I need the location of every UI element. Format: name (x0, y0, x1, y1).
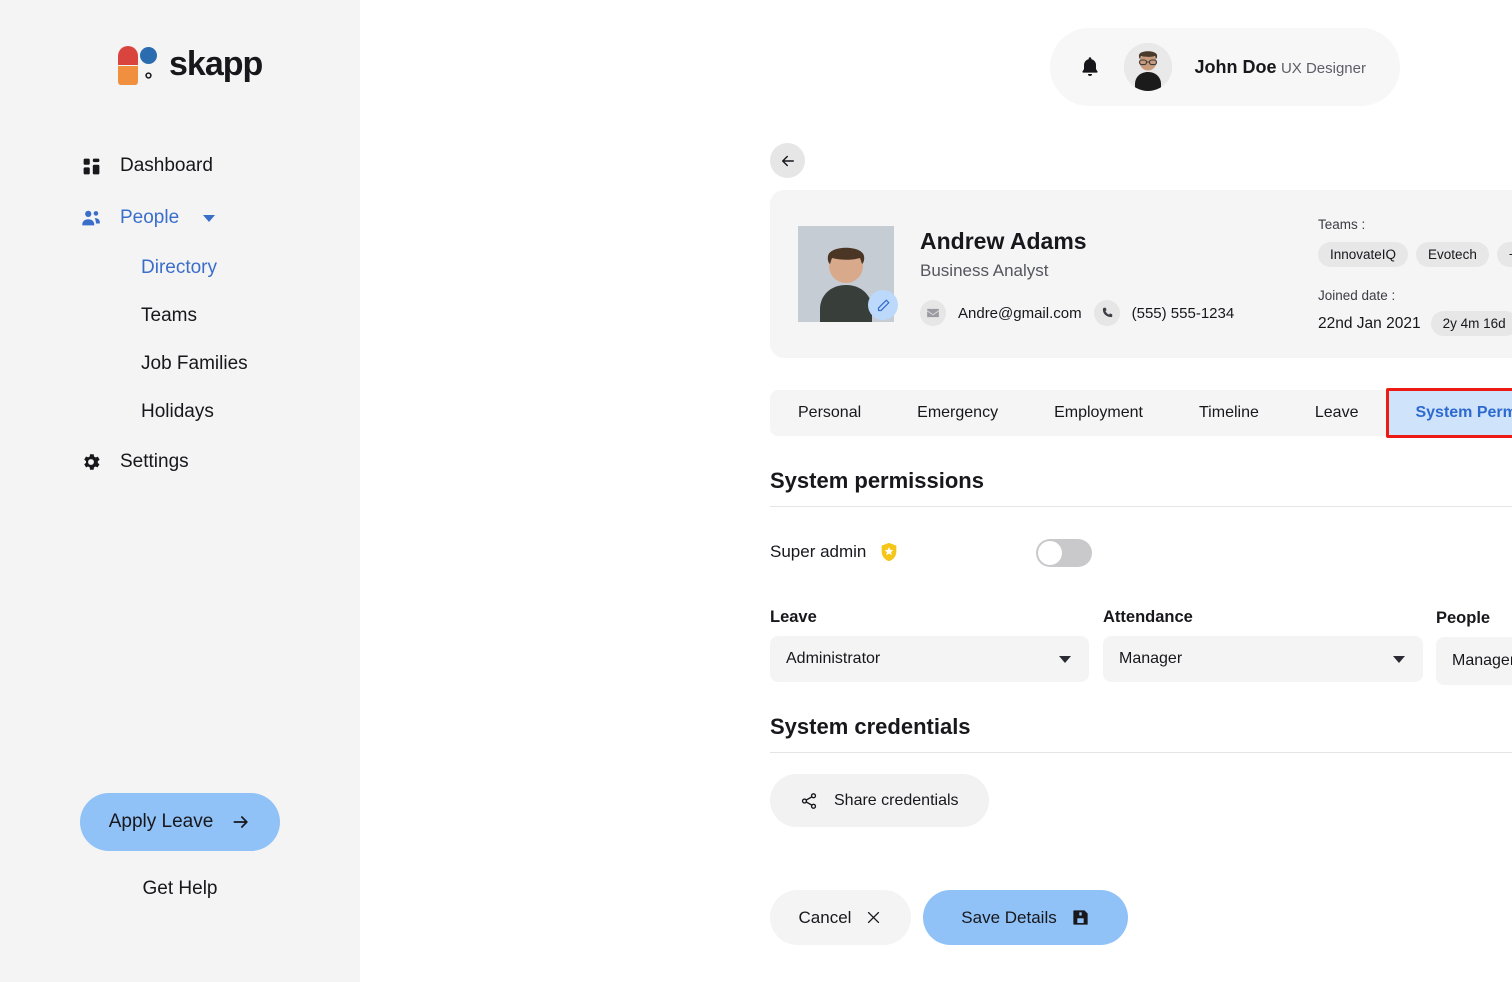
section-divider (770, 752, 1512, 753)
joined-date-value: 22nd Jan 2021 (1318, 314, 1421, 332)
topbar-user-meta: John Doe UX Designer (1194, 56, 1366, 79)
leave-permission-select[interactable]: Administrator (770, 636, 1089, 682)
brand-logo[interactable]: skapp (118, 45, 263, 85)
shield-star-icon (878, 540, 900, 564)
sidebar-item-people[interactable]: People (0, 192, 360, 244)
save-details-button[interactable]: Save Details (923, 890, 1128, 945)
attendance-permission-select[interactable]: Manager (1103, 636, 1423, 682)
app-root: skapp Dashboard People Directory Teams J… (0, 0, 1512, 982)
sidebar: skapp Dashboard People Directory Teams J… (0, 0, 360, 982)
sidebar-item-job-families[interactable]: Job Families (0, 340, 360, 388)
chevron-down-icon (1393, 655, 1405, 663)
employee-name: Andrew Adams (920, 228, 1087, 254)
employee-contact-row: Andre@gmail.com (555) 555-1234 (920, 300, 1234, 326)
teams-chips: InnovateIQ Evotech +2 (1318, 242, 1512, 267)
profile-identity: Andrew Adams Business Analyst Andre@gmai… (798, 226, 1234, 326)
chevron-down-icon[interactable] (203, 214, 216, 222)
section-divider (770, 506, 1512, 507)
profile-text-block: Andrew Adams Business Analyst Andre@gmai… (920, 226, 1234, 326)
bell-icon[interactable] (1078, 54, 1102, 80)
close-icon (865, 909, 882, 926)
joined-date-row: 22nd Jan 2021 2y 4m 16d (1318, 311, 1512, 336)
employee-phone: (555) 555-1234 (1131, 304, 1235, 322)
employee-profile-card: Andrew Adams Business Analyst Andre@gmai… (770, 190, 1512, 358)
leave-permission-label: Leave (770, 608, 817, 626)
sidebar-item-label: Settings (120, 451, 189, 472)
employee-role: Business Analyst (920, 261, 1049, 280)
phone-icon (1093, 300, 1120, 326)
employee-email: Andre@gmail.com (958, 304, 1082, 322)
attendance-permission-value: Manager (1119, 650, 1183, 667)
share-credentials-label: Share credentials (834, 791, 959, 809)
super-admin-toggle[interactable] (1036, 539, 1092, 567)
sidebar-item-directory[interactable]: Directory (0, 244, 360, 292)
arrow-left-icon (779, 152, 797, 170)
tab-employment[interactable]: Employment (1026, 390, 1171, 436)
attendance-permission-label: Attendance (1103, 608, 1193, 626)
team-chip-overflow[interactable]: +2 (1496, 242, 1512, 267)
leave-permission-group: Leave Administrator (770, 608, 1089, 682)
leave-permission-value: Administrator (786, 650, 881, 667)
tenure-badge: 2y 4m 16d (1430, 311, 1512, 336)
people-permission-value: Manager (1452, 652, 1512, 669)
team-chip[interactable]: Evotech (1416, 242, 1489, 267)
main-content: John Doe UX Designer Andrew Adams Busine… (360, 0, 1512, 982)
tab-system-permissions[interactable]: System Permissions (1386, 388, 1512, 438)
sidebar-item-holidays[interactable]: Holidays (0, 388, 360, 436)
super-admin-label: Super admin (770, 542, 867, 561)
teams-label: Teams : (1318, 217, 1366, 232)
avatar (1124, 43, 1173, 91)
system-credentials-heading: System credentials (770, 714, 971, 739)
get-help-link[interactable]: Get Help (0, 878, 360, 900)
sidebar-nav: Dashboard People Directory Teams Job Fam… (0, 140, 360, 488)
sidebar-item-label: Dashboard (120, 155, 213, 176)
topbar-user-role: UX Designer (1280, 59, 1366, 77)
profile-meta: Teams : InnovateIQ Evotech +2 Joined dat… (1318, 214, 1512, 353)
save-label: Save Details (961, 907, 1057, 927)
profile-avatar-wrap (798, 226, 898, 322)
share-icon (800, 792, 818, 810)
share-credentials-button[interactable]: Share credentials (770, 774, 989, 827)
topbar-user-panel[interactable]: John Doe UX Designer (1050, 28, 1400, 106)
skapp-logo-icon (118, 45, 160, 85)
tab-leave[interactable]: Leave (1287, 390, 1387, 436)
email-icon (920, 300, 946, 326)
profile-tabs: Personal Emergency Employment Timeline L… (770, 388, 1512, 438)
edit-avatar-button[interactable] (868, 290, 898, 320)
toggle-knob (1038, 541, 1062, 565)
save-disk-icon (1071, 908, 1090, 927)
sidebar-item-dashboard[interactable]: Dashboard (0, 140, 360, 192)
people-permission-group: People Manager (1436, 609, 1512, 685)
gear-icon (80, 451, 102, 473)
sidebar-item-label: People (120, 207, 180, 228)
teams-block: Teams : InnovateIQ Evotech +2 Joined dat… (1318, 214, 1512, 353)
joined-date-label: Joined date : (1318, 288, 1396, 303)
arrow-right-icon (231, 812, 251, 832)
team-chip[interactable]: InnovateIQ (1318, 242, 1409, 267)
tab-emergency[interactable]: Emergency (889, 390, 1026, 436)
brand-name: skapp (169, 45, 263, 83)
tab-personal[interactable]: Personal (770, 390, 889, 436)
dashboard-icon (80, 155, 102, 177)
attendance-permission-group: Attendance Manager (1103, 608, 1423, 682)
back-button[interactable] (770, 143, 805, 178)
apply-leave-label: Apply Leave (108, 811, 214, 832)
topbar-user-name: John Doe (1194, 56, 1277, 77)
system-permissions-heading: System permissions (770, 468, 984, 493)
super-admin-row: Super admin (770, 540, 900, 564)
people-permission-select[interactable]: Manager (1436, 637, 1512, 685)
people-permission-label: People (1436, 609, 1491, 627)
chevron-down-icon (1059, 655, 1071, 663)
tab-timeline[interactable]: Timeline (1171, 390, 1287, 436)
sidebar-item-settings[interactable]: Settings (0, 436, 360, 488)
cancel-label: Cancel (798, 907, 852, 927)
apply-leave-button[interactable]: Apply Leave (80, 793, 280, 851)
joined-block: Joined date : 22nd Jan 2021 2y 4m 16d (1318, 285, 1512, 336)
sidebar-item-teams[interactable]: Teams (0, 292, 360, 340)
cancel-button[interactable]: Cancel (770, 890, 911, 945)
people-icon (80, 207, 102, 229)
